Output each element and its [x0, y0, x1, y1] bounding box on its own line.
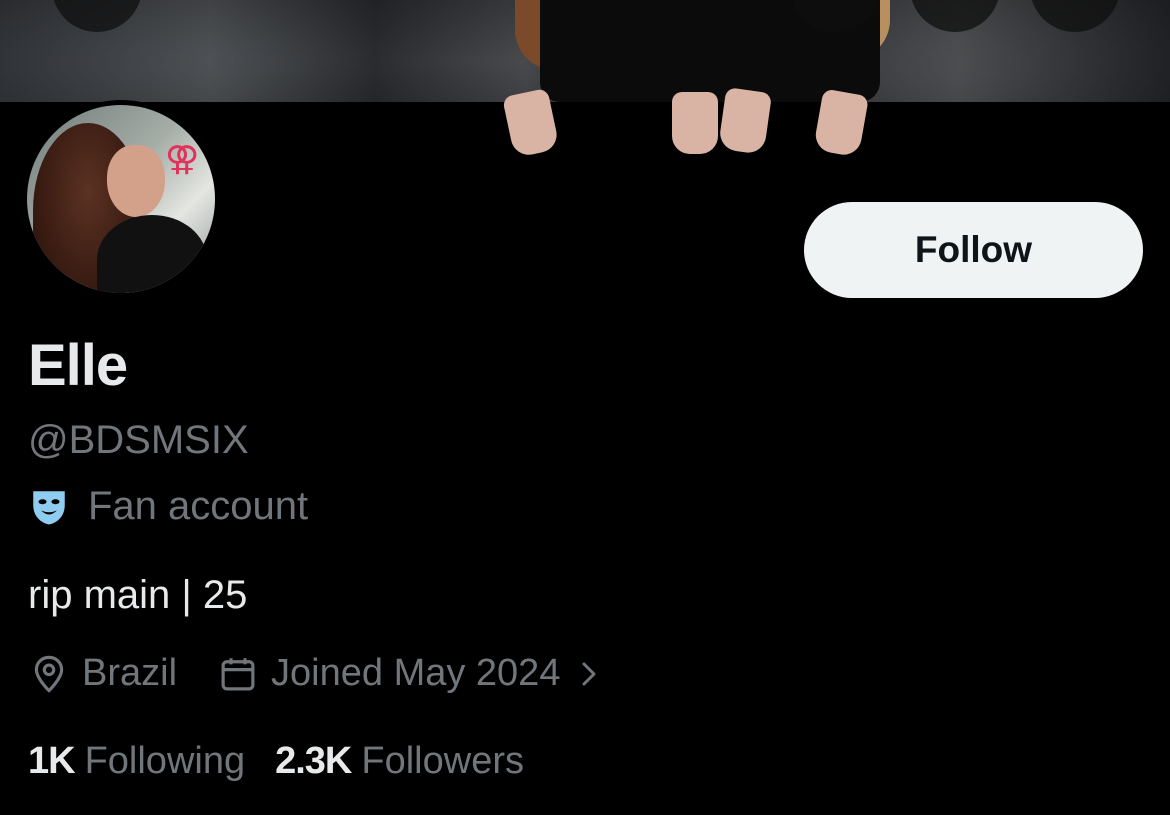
following-label: Following: [84, 740, 246, 782]
chevron-right-icon: [582, 662, 596, 685]
followers-link[interactable]: 2.3K Followers: [275, 740, 524, 783]
avatar-symbol-icon: ⚢: [165, 139, 200, 179]
profile-meta: Brazil Joined May 2024: [28, 652, 616, 695]
profile-stats: 1K Following 2.3K Followers: [28, 740, 554, 783]
location-pin-icon: [34, 655, 64, 693]
banner-hand: [717, 87, 773, 155]
theater-mask-icon: [33, 490, 65, 524]
banner-hand: [812, 88, 870, 158]
followers-count: 2.3K: [275, 740, 352, 782]
profile-joined[interactable]: Joined May 2024: [217, 652, 616, 695]
avatar-dress: [97, 215, 207, 293]
profile-name: Elle: [28, 333, 128, 398]
avatar-face: [107, 145, 165, 217]
banner-hand: [672, 92, 718, 154]
avatar[interactable]: ⚢: [27, 105, 215, 293]
following-count: 1K: [28, 740, 76, 782]
banner-figure-left: [540, 0, 720, 102]
avatar-border: ⚢: [22, 100, 220, 298]
profile-location: Brazil: [28, 652, 177, 695]
profile-category[interactable]: Fan account: [28, 484, 308, 529]
calendar-icon: [221, 657, 255, 690]
following-link[interactable]: 1K Following: [28, 740, 245, 783]
profile-handle: @BDSMSIX: [28, 418, 249, 462]
location-label: Brazil: [82, 652, 178, 694]
profile-banner[interactable]: [0, 0, 1170, 102]
category-label: Fan account: [88, 484, 309, 528]
profile-bio: rip main | 25: [28, 573, 248, 617]
joined-label: Joined May 2024: [271, 652, 561, 694]
followers-label: Followers: [361, 740, 524, 782]
follow-button[interactable]: Follow: [804, 202, 1143, 298]
